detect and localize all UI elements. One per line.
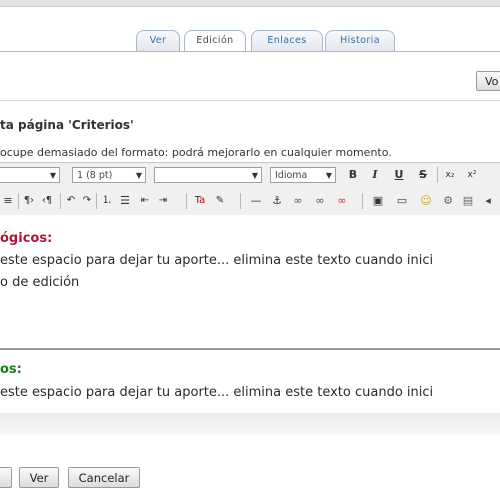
image-icon[interactable]: ▣ — [370, 193, 386, 209]
tab-historia[interactable]: Historia — [325, 30, 395, 51]
tab-ver[interactable]: Ver — [136, 30, 180, 51]
redo-icon[interactable]: ↷ — [80, 193, 94, 209]
anchor-icon[interactable]: ⚓ — [270, 193, 284, 209]
section1-text: este espacio para dejar tu aporte... eli… — [0, 253, 434, 268]
special-char-icon[interactable]: ▤ — [460, 193, 476, 209]
language-select[interactable]: Idioma ▼ — [270, 167, 336, 183]
format-select[interactable]: ▼ — [0, 167, 60, 183]
page-title: ta página 'Criterios' — [0, 118, 134, 132]
page-tabs: Ver Edición Enlaces Historia — [0, 30, 500, 52]
format-note: ocupe demasiado del formato: podrá mejor… — [0, 146, 392, 159]
link-icon[interactable]: ∞ — [290, 193, 306, 209]
section2-title: os: — [0, 362, 22, 377]
toolbar-separator — [437, 167, 438, 183]
horizontal-rule-icon[interactable]: — — [248, 193, 264, 209]
language-value: Idioma — [275, 170, 308, 181]
text-color-icon[interactable]: Ta — [192, 193, 208, 209]
cancel-button[interactable]: Cancelar — [68, 467, 140, 488]
section-divider — [0, 348, 500, 350]
remove-format-icon[interactable]: ✎ — [212, 193, 228, 209]
toolbar-separator — [362, 193, 363, 209]
toolbar-separator — [186, 193, 187, 209]
chevron-down-icon: ▼ — [135, 171, 142, 180]
editor-area[interactable]: ógicos: este espacio para dejar tu aport… — [0, 215, 500, 414]
tab-divider — [0, 51, 500, 52]
superscript-icon[interactable]: x² — [465, 167, 479, 183]
chevron-down-icon: ▼ — [325, 171, 332, 180]
align-icon[interactable]: ≡ — [2, 193, 14, 209]
indent-icon[interactable]: ⇥ — [156, 193, 170, 209]
ltr-icon[interactable]: ¶› — [22, 193, 36, 209]
editor-bottom-bar — [0, 413, 500, 435]
toolbar-separator — [96, 193, 97, 209]
section2-text: este espacio para dejar tu aporte... eli… — [0, 385, 434, 400]
toolbar-separator — [60, 193, 61, 209]
subscript-icon[interactable]: x₂ — [443, 167, 457, 183]
table-icon[interactable]: ▭ — [394, 193, 410, 209]
unordered-list-icon[interactable]: ☰ — [118, 193, 132, 209]
save-button[interactable] — [0, 467, 12, 488]
rtl-icon[interactable]: ‹¶ — [40, 193, 54, 209]
toolbar-separator — [240, 193, 241, 209]
font-size-select[interactable]: 1 (8 pt) ▼ — [72, 167, 146, 183]
top-bar — [0, 0, 500, 7]
font-name-select[interactable]: ▼ — [154, 167, 262, 183]
tab-edicion[interactable]: Edición — [184, 30, 246, 51]
external-link-icon[interactable]: ∞ — [312, 193, 328, 209]
unlink-icon[interactable]: ∞ — [334, 193, 350, 209]
undo-icon[interactable]: ↶ — [64, 193, 78, 209]
toolbar-separator — [18, 193, 19, 209]
chevron-down-icon: ▼ — [49, 171, 56, 180]
top-right-button[interactable]: Vo — [476, 71, 500, 91]
more-icon[interactable]: ◂ — [480, 193, 496, 209]
divider — [0, 100, 500, 101]
outdent-icon[interactable]: ⇤ — [138, 193, 152, 209]
preview-button[interactable]: Ver — [19, 467, 59, 488]
italic-button[interactable]: I — [368, 167, 382, 183]
section1-text-cont: o de edición — [0, 275, 80, 290]
editor-toolbar: ▼ 1 (8 pt) ▼ ▼ Idioma ▼ B I U S x₂ x² ≡ ¶›… — [0, 162, 500, 216]
underline-button[interactable]: U — [392, 167, 406, 183]
ordered-list-icon[interactable]: ⒈ — [100, 193, 114, 209]
font-size-value: 1 (8 pt) — [77, 170, 113, 181]
bold-button[interactable]: B — [346, 167, 360, 183]
media-icon[interactable]: ⚙ — [440, 193, 456, 209]
strikethrough-button[interactable]: S — [416, 167, 430, 183]
tab-enlaces[interactable]: Enlaces — [251, 30, 323, 51]
chevron-down-icon: ▼ — [251, 171, 258, 180]
smiley-icon[interactable]: ☺ — [418, 193, 434, 209]
section1-title: ógicos: — [0, 231, 53, 246]
